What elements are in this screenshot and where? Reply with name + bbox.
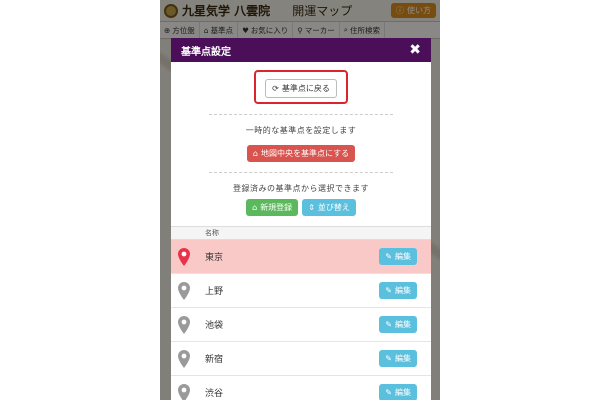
map-pin-icon [177, 281, 191, 300]
saved-section: 登録済みの基準点から選択できます ⌂ 新規登録 ⇕ 並び替え [171, 183, 431, 216]
refresh-icon: ⟳ [272, 84, 279, 93]
list-item-label: 上野 [205, 287, 224, 297]
temporary-section: 一時的な基準点を設定します ⌂ 地図中央を基準点にする [171, 125, 431, 162]
list-item-label: 新宿 [205, 355, 224, 365]
sort-label: 並び替え [317, 203, 350, 212]
list-item-label: 池袋 [205, 321, 224, 331]
edit-button-label: 編集 [395, 388, 411, 397]
edit-button-label: 編集 [395, 320, 411, 329]
sort-icon: ⇕ [308, 203, 315, 212]
pencil-icon: ✎ [385, 320, 392, 329]
pencil-icon: ✎ [385, 286, 392, 295]
edit-button[interactable]: ✎ 編集 [379, 282, 417, 299]
close-icon[interactable]: ✖ [409, 43, 421, 57]
edit-button[interactable]: ✎ 編集 [379, 248, 417, 265]
edit-button[interactable]: ✎ 編集 [379, 316, 417, 333]
pencil-icon: ✎ [385, 354, 392, 363]
divider [209, 114, 393, 115]
reset-highlight: ⟳ 基準点に戻る [254, 70, 348, 104]
edit-button[interactable]: ✎ 編集 [379, 350, 417, 367]
list-item[interactable]: 渋谷 ✎ 編集 [171, 376, 431, 400]
list-item[interactable]: 新宿 ✎ 編集 [171, 342, 431, 376]
map-pin-icon [177, 247, 191, 266]
pencil-icon: ✎ [385, 388, 392, 397]
saved-hint: 登録済みの基準点から選択できます [233, 184, 369, 193]
edit-button-label: 編集 [395, 252, 411, 261]
home-icon: ⌂ [252, 149, 258, 158]
edit-button-label: 編集 [395, 286, 411, 295]
home-icon: ⌂ [252, 203, 258, 212]
reset-base-label: 基準点に戻る [281, 84, 330, 93]
list-item[interactable]: 池袋 ✎ 編集 [171, 308, 431, 342]
set-map-center-button[interactable]: ⌂ 地図中央を基準点にする [246, 145, 356, 162]
base-point-modal: 基準点設定 ✖ ⟳ 基準点に戻る 一時的な基準点を設定します ⌂ 地図中央を基準… [171, 38, 431, 400]
map-pin-icon [177, 315, 191, 334]
pencil-icon: ✎ [385, 252, 392, 261]
map-pin-icon [177, 383, 191, 400]
column-name: 名称 [205, 229, 219, 237]
set-map-center-label: 地図中央を基準点にする [260, 149, 350, 158]
reset-section: ⟳ 基準点に戻る [171, 62, 431, 104]
divider [209, 172, 393, 173]
list-item[interactable]: 東京 ✎ 編集 [171, 240, 431, 274]
new-registration-label: 新規登録 [260, 203, 293, 212]
edit-button[interactable]: ✎ 編集 [379, 384, 417, 400]
base-point-list: 東京 ✎ 編集 上野 ✎ 編集 池袋 ✎ 編集 新宿 ✎ 編集 渋谷 ✎ 編集 [171, 240, 431, 400]
list-item[interactable]: 上野 ✎ 編集 [171, 274, 431, 308]
list-item-label: 東京 [205, 253, 224, 263]
list-item-label: 渋谷 [205, 389, 224, 399]
modal-header: 基準点設定 ✖ [171, 38, 431, 62]
table-header: 名称 [171, 226, 431, 240]
new-registration-button[interactable]: ⌂ 新規登録 [246, 199, 299, 216]
reset-base-button[interactable]: ⟳ 基準点に戻る [265, 79, 337, 98]
modal-title: 基準点設定 [181, 46, 231, 58]
temporary-hint: 一時的な基準点を設定します [245, 126, 357, 135]
edit-button-label: 編集 [395, 354, 411, 363]
map-pin-icon [177, 349, 191, 368]
sort-button[interactable]: ⇕ 並び替え [302, 199, 356, 216]
